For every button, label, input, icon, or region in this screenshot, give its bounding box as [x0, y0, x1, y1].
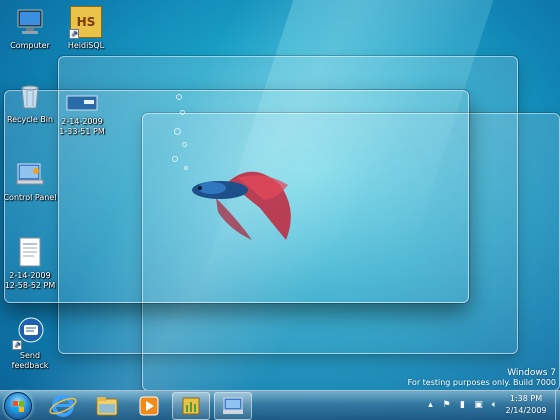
control-panel-icon: [14, 158, 46, 190]
taskbar-heidisql[interactable]: [172, 392, 210, 420]
desktop-icon-label: 2-14-2009 1-33-51 PM: [59, 117, 105, 136]
start-button[interactable]: [4, 392, 32, 420]
taskbar-media-player[interactable]: [130, 392, 168, 420]
watermark-build-text: For testing purposes only. Build 7000: [407, 378, 556, 387]
internet-explorer-icon: [49, 395, 77, 417]
shortcut-arrow-icon: ↗: [69, 29, 79, 39]
notification-area: ▴ ⚑ ▮ ▣ 🔈︎: [425, 399, 500, 413]
network-icon[interactable]: ▣: [473, 399, 484, 411]
desktop-icon-send-feedback[interactable]: ↗ Send feedback: [0, 316, 60, 371]
windows-explorer-icon: [96, 397, 118, 416]
system-clock[interactable]: 1:38 PM 2/14/2009: [498, 393, 554, 417]
control-panel-icon: [223, 397, 243, 414]
desktop-icon-label: 2-14-2009 12-58-52 PM: [4, 271, 56, 290]
watermark-os-name: Windows 7: [507, 368, 556, 378]
desktop-icon-document-file[interactable]: 2-14-2009 12-58-52 PM: [0, 236, 60, 291]
heidisql-icon: HS ↗: [69, 6, 102, 39]
desktop-icon-heidisql[interactable]: HS ↗ HeidiSQL: [56, 6, 116, 51]
taskbar-windows-explorer[interactable]: [88, 392, 126, 420]
clock-date: 2/14/2009: [505, 406, 547, 415]
desktop-icon-recycle-bin[interactable]: Recycle Bin: [0, 80, 60, 125]
chevron-up-icon[interactable]: ▴: [425, 399, 436, 411]
heidisql-icon: [182, 397, 200, 415]
windows-logo-icon: [13, 401, 25, 413]
taskbar: ▴ ⚑ ▮ ▣ 🔈︎ 1:38 PM 2/14/2009: [0, 390, 560, 420]
betta-fish-graphic: [168, 90, 308, 250]
desktop-icon-screenshot-file[interactable]: 2-14-2009 1-33-51 PM: [52, 94, 112, 137]
taskbar-internet-explorer[interactable]: [44, 392, 82, 420]
action-center-flag-icon[interactable]: ⚑: [441, 399, 452, 411]
desktop-icon-label: Computer: [10, 41, 50, 50]
screenshot-file-icon: [66, 94, 98, 114]
send-feedback-icon: ↗: [12, 316, 46, 350]
taskbar-control-panel[interactable]: [214, 392, 252, 420]
desktop-icon-control-panel[interactable]: Control Panel: [0, 158, 60, 203]
desktop-icon-label: HeidiSQL: [67, 41, 105, 50]
computer-icon: [14, 6, 46, 38]
show-desktop-button[interactable]: [555, 391, 560, 420]
desktop-icon-label: Recycle Bin: [6, 115, 54, 124]
recycle-bin-icon: [14, 80, 46, 112]
desktop-icon-label: Control Panel: [3, 193, 57, 202]
media-player-icon: [139, 396, 159, 416]
build-watermark: Windows 7 For testing purposes only. Bui…: [408, 368, 556, 387]
battery-icon[interactable]: ▮: [457, 399, 468, 411]
document-file-icon: [14, 236, 46, 268]
clock-time: 1:38 PM: [509, 394, 543, 403]
desktop-icon-label: Send feedback: [11, 351, 49, 370]
desktop-icon-computer[interactable]: Computer: [0, 6, 60, 51]
shortcut-arrow-icon: ↗: [12, 340, 22, 350]
